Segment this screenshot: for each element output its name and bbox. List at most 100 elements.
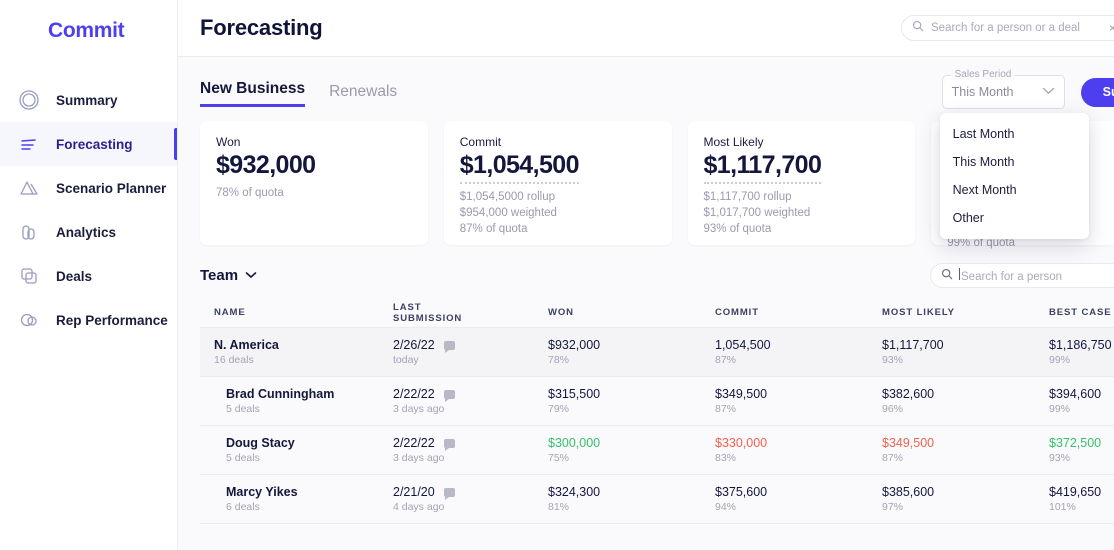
- kpi-sub-line: $1,117,700 rollup: [704, 189, 900, 205]
- tab-renewals[interactable]: Renewals: [329, 83, 397, 107]
- row-name: N. America: [214, 337, 393, 353]
- row-name: Brad Cunningham: [226, 386, 393, 402]
- column-header-best-case: BEST CASE: [1049, 307, 1114, 318]
- row-commit-pct: 83%: [715, 451, 882, 465]
- table-row[interactable]: Marcy Yikes 6 deals 2/21/20 4 days ago $…: [200, 475, 1114, 524]
- sidebar-item-label: Summary: [56, 93, 118, 108]
- cell-last-submission: 2/26/22 today: [393, 337, 548, 367]
- sales-period-select[interactable]: Sales Period This Month: [942, 75, 1065, 109]
- sales-period-dropdown[interactable]: Last Month This Month Next Month Other: [940, 113, 1089, 239]
- kpi-value: $932,000: [216, 151, 315, 180]
- row-best: $1,186,750: [1049, 337, 1114, 353]
- column-header-name: NAME: [200, 307, 393, 318]
- table-row[interactable]: Doug Stacy 5 deals 2/22/22 3 days ago $3…: [200, 426, 1114, 475]
- sidebar: Commit Summary Forecasting: [0, 0, 178, 550]
- comment-icon[interactable]: [444, 439, 455, 448]
- row-best-pct: 99%: [1049, 402, 1114, 416]
- cell-commit: 1,054,500 87%: [715, 337, 882, 367]
- team-title: Team: [200, 267, 238, 284]
- cell-won: $300,000 75%: [548, 435, 715, 465]
- kpi-sub-line: 78% of quota: [216, 185, 412, 201]
- sales-period-select-wrap: Sales Period This Month Last Month This …: [942, 75, 1065, 109]
- row-commit: $375,600: [715, 484, 882, 500]
- cell-commit: $375,600 94%: [715, 484, 882, 514]
- chevron-down-icon[interactable]: [245, 270, 257, 282]
- search-icon: [912, 19, 924, 37]
- team-search-placeholder: Search for a person: [959, 268, 1114, 283]
- row-won-pct: 81%: [548, 500, 715, 514]
- sidebar-item-analytics[interactable]: Analytics: [0, 210, 177, 254]
- sidebar-item-scenario-planner[interactable]: Scenario Planner: [0, 166, 177, 210]
- column-header-last-submission: LASTSUBMISSION: [393, 302, 548, 324]
- kpi-card-won[interactable]: Won $932,000 78% of quota: [200, 121, 428, 245]
- comment-icon[interactable]: [444, 488, 455, 497]
- kpi-sub: $1,117,700 rollup $1,017,700 weighted 93…: [704, 189, 900, 237]
- row-ago: today: [393, 353, 548, 367]
- sidebar-item-label: Scenario Planner: [56, 181, 166, 196]
- table-row[interactable]: N. America 16 deals 2/26/22 today $932,0…: [200, 328, 1114, 377]
- row-commit-pct: 94%: [715, 500, 882, 514]
- row-best: $372,500: [1049, 435, 1114, 451]
- row-best-pct: 93%: [1049, 451, 1114, 465]
- clear-icon[interactable]: ×: [1109, 21, 1114, 35]
- row-won-pct: 79%: [548, 402, 715, 416]
- team-search-placeholder-text: Search for a person: [961, 271, 1062, 283]
- kpi-sub-line: $1,017,700 weighted: [704, 205, 900, 221]
- row-date: 2/22/22: [393, 435, 435, 451]
- cell-last-submission: 2/22/22 3 days ago: [393, 435, 548, 465]
- brand[interactable]: Commit: [0, 0, 177, 44]
- kpi-label: Most Likely: [704, 135, 900, 149]
- dropdown-option-last-month[interactable]: Last Month: [940, 120, 1089, 148]
- dropdown-option-other[interactable]: Other: [940, 204, 1089, 232]
- kpi-card-most-likely[interactable]: Most Likely $1,117,700 $1,117,700 rollup…: [688, 121, 916, 245]
- sidebar-item-label: Rep Performance: [56, 313, 168, 328]
- comment-icon[interactable]: [444, 390, 455, 399]
- circle-outline-icon: [16, 87, 42, 113]
- cell-commit: $349,500 87%: [715, 386, 882, 416]
- kpi-value: $1,054,500: [460, 151, 579, 184]
- row-most: $382,600: [882, 386, 1049, 402]
- dropdown-option-next-month[interactable]: Next Month: [940, 176, 1089, 204]
- row-won-pct: 75%: [548, 451, 715, 465]
- row-date: 2/21/20: [393, 484, 435, 500]
- cell-won: $932,000 78%: [548, 337, 715, 367]
- mountains-icon: [16, 175, 42, 201]
- kpi-value: $1,117,700: [704, 151, 822, 184]
- tab-new-business[interactable]: New Business: [200, 80, 305, 107]
- dropdown-option-this-month[interactable]: This Month: [940, 148, 1089, 176]
- sidebar-item-deals[interactable]: Deals: [0, 254, 177, 298]
- cell-commit: $330,000 83%: [715, 435, 882, 465]
- row-most-pct: 97%: [882, 500, 1049, 514]
- row-date: 2/22/22: [393, 386, 435, 402]
- kpi-card-commit[interactable]: Commit $1,054,500 $1,054,5000 rollup $95…: [444, 121, 672, 245]
- sales-period-label: Sales Period: [951, 69, 1016, 80]
- row-best: $419,650: [1049, 484, 1114, 500]
- cell-name: Brad Cunningham 5 deals: [200, 386, 393, 416]
- global-search-input[interactable]: Search for a person or a deal ×: [901, 15, 1114, 41]
- row-won: $315,500: [548, 386, 715, 402]
- sidebar-item-label: Deals: [56, 269, 92, 284]
- row-ago: 3 days ago: [393, 402, 548, 416]
- sidebar-item-summary[interactable]: Summary: [0, 78, 177, 122]
- table-row[interactable]: Brad Cunningham 5 deals 2/22/22 3 days a…: [200, 377, 1114, 426]
- kpi-sub-line: $954,000 weighted: [460, 205, 656, 221]
- cell-name: N. America 16 deals: [200, 337, 393, 367]
- submit-button[interactable]: Submit: [1081, 78, 1114, 107]
- venn-circles-icon: [16, 307, 42, 333]
- sidebar-item-forecasting[interactable]: Forecasting: [0, 122, 177, 166]
- row-ago: 3 days ago: [393, 451, 548, 465]
- team-search-input[interactable]: Search for a person ×: [930, 263, 1114, 288]
- tab-strip: New Business Renewals Sales Period This …: [178, 57, 1114, 115]
- cell-most-likely: $349,500 87%: [882, 435, 1049, 465]
- search-icon: [941, 267, 953, 285]
- kpi-label: Won: [216, 135, 412, 149]
- cell-best-case: $394,600 99%: [1049, 386, 1114, 416]
- row-commit-pct: 87%: [715, 353, 882, 367]
- comment-icon[interactable]: [444, 341, 455, 350]
- kpi-sub-line: $1,054,5000 rollup: [460, 189, 656, 205]
- cell-best-case: $372,500 93%: [1049, 435, 1114, 465]
- kpi-sub: $1,054,5000 rollup $954,000 weighted 87%…: [460, 189, 656, 237]
- column-header-won: WON: [548, 307, 715, 318]
- sidebar-item-rep-performance[interactable]: Rep Performance: [0, 298, 177, 342]
- cell-won: $324,300 81%: [548, 484, 715, 514]
